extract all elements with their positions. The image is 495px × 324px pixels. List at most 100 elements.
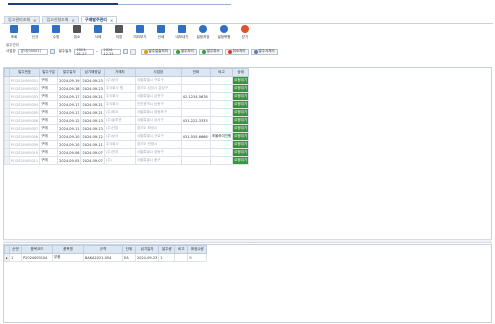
toolbar-button-2[interactable]: 수정 xyxy=(48,25,64,43)
column-header[interactable]: 상태 xyxy=(232,68,250,77)
table-cell[interactable]: PO2024000004 xyxy=(8,100,41,109)
column-header[interactable]: 납기일자 xyxy=(134,245,160,254)
table-cell[interactable]: 2024-09-13 xyxy=(80,116,105,125)
table-cell[interactable] xyxy=(180,76,211,85)
table-cell[interactable]: 구매 xyxy=(39,108,59,117)
table-cell[interactable] xyxy=(209,92,234,101)
column-header[interactable]: 품목명 xyxy=(52,245,84,254)
column-header[interactable]: 규격 xyxy=(83,245,123,254)
table-cell[interactable]: 2024-09-07 xyxy=(80,156,105,165)
table-cell[interactable]: 2024-09-23 xyxy=(80,84,105,93)
table-cell[interactable]: PO2024000001 xyxy=(8,76,41,85)
table-cell[interactable] xyxy=(180,108,211,117)
table-cell[interactable]: PO2024000011 xyxy=(8,156,41,165)
column-header[interactable]: 순번 xyxy=(9,245,22,254)
date-from-input[interactable]: 2024-01-27 xyxy=(73,48,94,56)
table-cell[interactable] xyxy=(180,156,211,165)
table-cell[interactable]: PO2024000010 xyxy=(8,148,41,157)
table-cell[interactable]: (주)산업 xyxy=(103,124,136,133)
table-cell[interactable] xyxy=(180,124,211,133)
table-cell[interactable] xyxy=(180,100,211,109)
column-header[interactable]: 확정수량 xyxy=(187,245,208,254)
action-button-0[interactable]: 발주일괄처리 xyxy=(140,48,171,55)
tab-receiving-inquiry[interactable]: 입고관리조회 ✕ xyxy=(4,16,41,23)
column-header[interactable]: 비고 xyxy=(174,245,189,254)
toolbar-button-8[interactable]: 내보내기 xyxy=(174,25,190,43)
table-cell[interactable]: EA xyxy=(122,253,136,262)
table-cell[interactable]: 2024-09-23 xyxy=(80,76,105,85)
table-cell[interactable] xyxy=(209,100,234,109)
table-cell[interactable]: 구매 xyxy=(39,148,59,157)
table-row[interactable]: PO2024000001 구매 2024-09-19 2024-09-23 (주)상사 서… xyxy=(4,76,250,85)
table-cell[interactable]: PO2024000007 xyxy=(8,124,41,133)
table-cell[interactable]: 요청대기 xyxy=(232,140,250,149)
table-cell[interactable]: 2024-09-11 xyxy=(57,124,82,133)
table-cell[interactable]: 경기도 안양시 xyxy=(134,140,182,149)
column-header[interactable]: 품목코드 xyxy=(21,245,53,254)
table-cell[interactable] xyxy=(209,76,234,85)
calendar-icon[interactable] xyxy=(122,49,128,54)
table-row[interactable]: PO2024000004 구매 2024-09-17 2024-09-21 주식회사 인천… xyxy=(4,100,250,109)
table-cell[interactable]: 요청대기 xyxy=(232,76,250,85)
table-cell[interactable]: 02-1234-5678 xyxy=(180,92,211,101)
table-cell[interactable]: 2024-09-10 xyxy=(57,140,82,149)
table-cell[interactable]: 구매 xyxy=(39,76,59,85)
toolbar-button-9[interactable]: 설정저장 xyxy=(195,25,211,43)
table-cell[interactable]: (주)전자 xyxy=(103,148,136,157)
table-cell[interactable] xyxy=(209,116,234,125)
table-cell[interactable]: 2024-09-21 xyxy=(80,100,105,109)
table-cell[interactable]: PO2024000005 xyxy=(8,108,41,117)
table-cell[interactable]: PO2024000003 xyxy=(8,92,41,101)
table-cell[interactable]: (주)솔루션 xyxy=(103,116,136,125)
table-cell[interactable]: 요청대기 xyxy=(232,108,250,117)
order-grid[interactable]: 발주번호 발주구분 발주일자 납기예정일 거래처 사업장 전화 비고 상태 PO202400000… xyxy=(3,67,492,240)
table-cell[interactable]: 요청대기 xyxy=(232,100,250,109)
table-cell[interactable] xyxy=(180,140,211,149)
option-toggle[interactable] xyxy=(129,48,136,55)
close-icon[interactable]: ✕ xyxy=(110,18,113,23)
table-cell[interactable]: 서울특별시 영등포구 xyxy=(134,108,182,117)
table-cell[interactable]: 구매 xyxy=(39,84,59,93)
table-cell[interactable] xyxy=(209,140,234,149)
table-cell[interactable]: 2024-09-23 xyxy=(134,253,160,262)
table-cell[interactable] xyxy=(209,124,234,133)
table-row[interactable]: PO2024000010 구매 2024-09-06 2024-09-07 (주)전자 서… xyxy=(4,148,250,157)
toolbar-button-7[interactable]: 인쇄 xyxy=(153,25,169,43)
table-cell[interactable]: PO2024000006 xyxy=(8,116,41,125)
table-cell[interactable]: 요청대기 xyxy=(232,92,250,101)
table-cell[interactable]: 2024-09-10 xyxy=(57,132,82,141)
table-cell[interactable] xyxy=(180,84,211,93)
table-cell[interactable]: 서울특별시 구로구 xyxy=(134,76,182,85)
toolbar-button-6[interactable]: 미리보기 xyxy=(132,25,148,43)
table-cell[interactable]: 031-222-3333 xyxy=(180,116,211,125)
table-cell[interactable]: 2024-09-17 xyxy=(57,100,82,109)
table-row[interactable]: PO2024000009 구매 2024-09-10 2024-09-11 주식회사 경기… xyxy=(4,140,250,149)
table-cell[interactable]: 구매 xyxy=(39,124,59,133)
table-cell[interactable]: 서울특별시 중구 xyxy=(134,156,182,165)
table-cell[interactable] xyxy=(174,253,189,262)
table-row[interactable]: PO2024000003 구매 2024-09-17 2024-09-21 주식회사 서울… xyxy=(4,92,250,101)
table-cell[interactable]: 요청대기 xyxy=(232,124,250,133)
table-cell[interactable]: 031-555-6666 xyxy=(180,132,211,141)
tab-purchase-order[interactable]: 구매발주관리 ✕ xyxy=(80,16,118,23)
table-cell[interactable]: 구매 xyxy=(39,132,59,141)
close-icon[interactable]: ✕ xyxy=(33,18,36,23)
table-cell[interactable]: 서울특별시 강서구 xyxy=(134,116,182,125)
close-icon[interactable]: ✕ xyxy=(72,18,75,23)
table-cell[interactable]: P2024000104 xyxy=(21,253,53,262)
table-row[interactable]: PO2024000008 구매 2024-09-10 2024-09-12 (주)상사 서… xyxy=(4,132,250,141)
table-cell[interactable]: 경기도 화성시 xyxy=(134,124,182,133)
table-cell[interactable]: 2024-09-12 xyxy=(57,116,82,125)
column-header[interactable]: 발주일자 xyxy=(57,68,82,77)
table-row[interactable]: PO2024000007 구매 2024-09-11 2024-09-13 (주)산업 경… xyxy=(4,124,250,133)
site-select[interactable]: 본사(00001) xyxy=(17,48,48,55)
table-cell[interactable]: 요청대기 xyxy=(232,84,250,93)
action-button-4[interactable]: 발주서처리 xyxy=(250,48,278,55)
table-row[interactable]: PO2024000006 구매 2024-09-12 2024-09-13 (주)솔루션… xyxy=(4,116,250,125)
column-header[interactable]: 전화 xyxy=(180,68,211,77)
toolbar-button-10[interactable]: 설정복원 xyxy=(216,25,232,43)
table-cell[interactable]: 2024-09-19 xyxy=(57,76,82,85)
table-row[interactable]: PO2024000011 구매 2024-09-05 2024-09-07 (주) 서울특… xyxy=(4,156,250,165)
table-cell[interactable]: PO2024000008 xyxy=(8,132,41,141)
table-cell[interactable]: 2024-09-05 xyxy=(57,156,82,165)
